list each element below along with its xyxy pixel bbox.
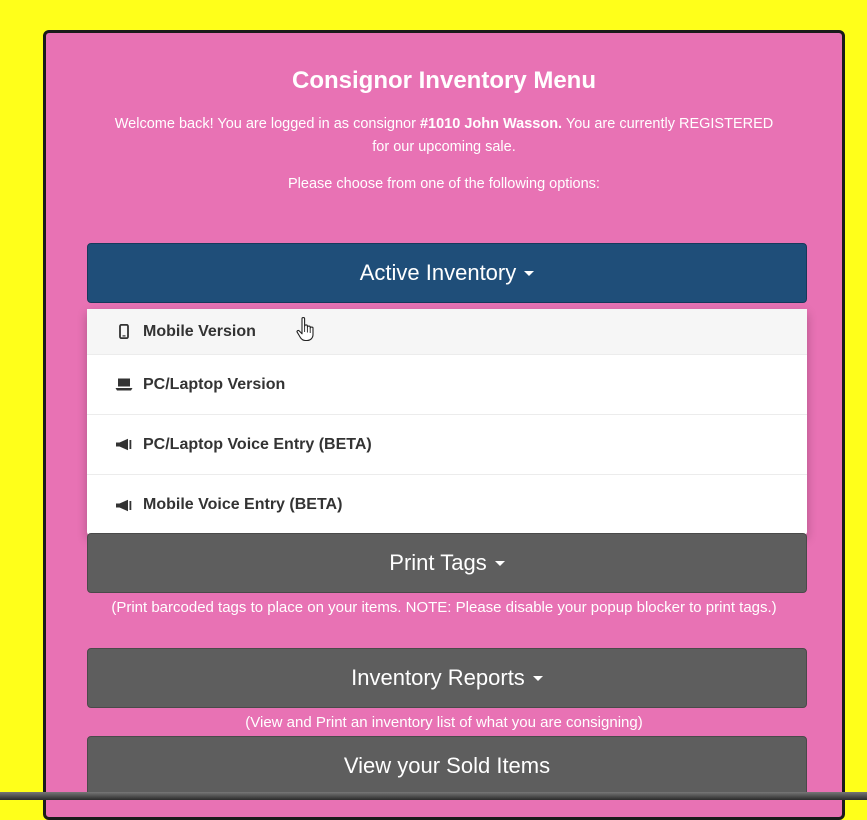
view-sold-items-button[interactable]: View your Sold Items: [87, 736, 807, 796]
inventory-reports-hint: (View and Print an inventory list of wha…: [245, 714, 643, 731]
active-inventory-dropdown: Mobile Version PC/Laptop Version PC/Lapt…: [87, 309, 807, 535]
caret-down-icon: [494, 560, 505, 566]
hand-pointer-cursor-icon: [295, 316, 317, 347]
menu-item-mobile-version[interactable]: Mobile Version: [87, 309, 807, 355]
laptop-icon: [115, 378, 133, 391]
print-tags-hint: (Print barcoded tags to place on your it…: [111, 599, 777, 616]
megaphone-icon: [115, 438, 133, 451]
active-inventory-label: Active Inventory: [359, 260, 517, 285]
menu-item-label: PC/Laptop Version: [143, 375, 286, 393]
page-title: Consignor Inventory Menu: [291, 67, 596, 94]
caret-down-icon: [524, 270, 535, 276]
menu-item-mobile-voice-entry[interactable]: Mobile Voice Entry (BETA): [87, 475, 807, 535]
consignor-name: #1010 John Wasson.: [419, 116, 563, 132]
mobile-phone-icon: [115, 324, 133, 339]
consignor-menu-panel: Consignor Inventory Menu Welcome back! Y…: [43, 30, 845, 820]
inventory-reports-button[interactable]: Inventory Reports: [87, 648, 807, 708]
print-tags-label: Print Tags: [389, 550, 487, 575]
menu-item-label: Mobile Version: [143, 322, 256, 340]
caret-down-icon: [532, 675, 543, 681]
inventory-reports-label: Inventory Reports: [351, 665, 525, 690]
menu-item-label: Mobile Voice Entry (BETA): [143, 496, 343, 513]
print-tags-button[interactable]: Print Tags: [87, 533, 807, 593]
megaphone-icon: [115, 499, 133, 512]
options-prompt: Please choose from one of the following …: [288, 176, 600, 192]
menu-item-pc-voice-entry[interactable]: PC/Laptop Voice Entry (BETA): [87, 415, 807, 475]
view-sold-items-label: View your Sold Items: [343, 753, 551, 778]
active-inventory-button[interactable]: Active Inventory: [87, 243, 807, 303]
welcome-prefix: Welcome back! You are logged in as consi…: [114, 116, 420, 132]
menu-item-label: PC/Laptop Voice Entry (BETA): [143, 435, 372, 453]
bottom-edge-bar: [0, 792, 867, 800]
menu-item-pc-laptop-version[interactable]: PC/Laptop Version: [87, 355, 807, 415]
welcome-message: Welcome back! You are logged in as consi…: [106, 113, 782, 159]
